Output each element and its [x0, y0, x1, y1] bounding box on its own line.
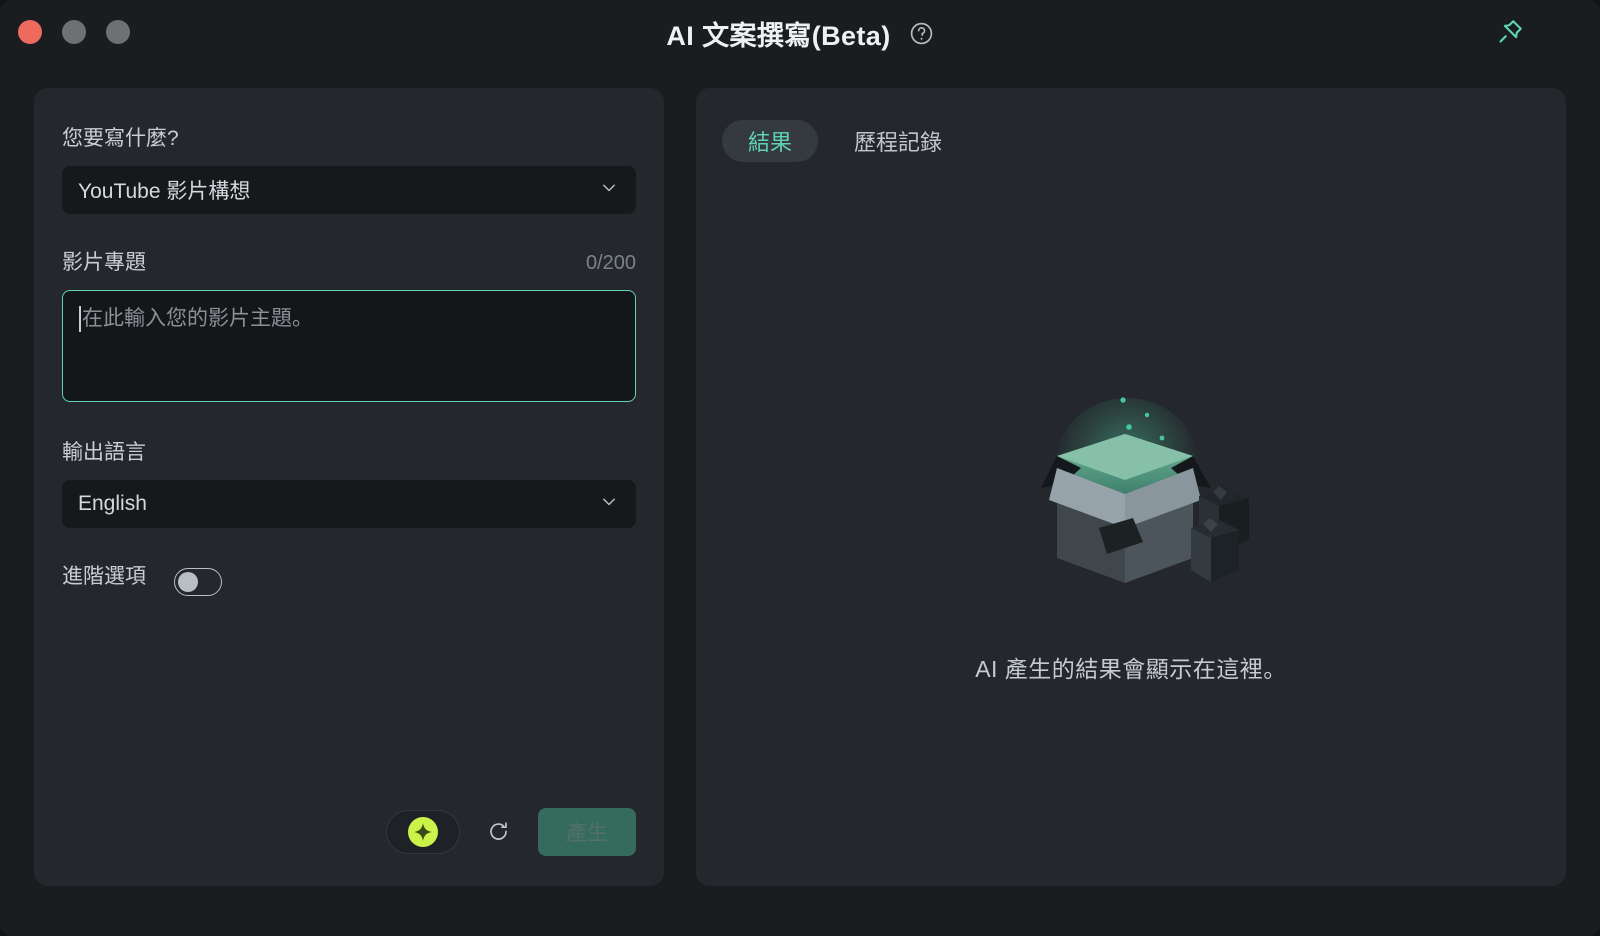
question-circle-icon[interactable] — [909, 21, 934, 46]
form-panel: 您要寫什麼? YouTube 影片構想 影片專題 0/200 在此輸入您的影片主… — [34, 88, 664, 886]
write-type-select[interactable]: YouTube 影片構想 — [62, 166, 636, 214]
generate-button[interactable]: 產生 — [538, 808, 636, 856]
results-panel: 結果 歷程記錄 AI 產生的結果會顯示在這裡。 — [696, 88, 1566, 886]
credit-button[interactable] — [386, 810, 460, 854]
empty-state-text: AI 產生的結果會顯示在這裡。 — [975, 656, 1287, 682]
topic-label: 影片專題 — [62, 251, 146, 274]
title-group: AI 文案撰寫(Beta) — [0, 14, 1600, 53]
chevron-down-icon — [600, 493, 618, 516]
title-bar: AI 文案撰寫(Beta) — [0, 0, 1600, 64]
language-label: 輸出語言 — [62, 441, 146, 464]
advanced-options-row: 進階選項 — [62, 560, 636, 604]
maximize-button[interactable] — [106, 20, 130, 44]
open-box-illustration — [1001, 368, 1261, 618]
action-bar: 產生 — [62, 808, 636, 856]
window-controls — [18, 20, 130, 44]
minimize-button[interactable] — [62, 20, 86, 44]
refresh-button[interactable] — [482, 815, 516, 849]
advanced-options-label: 進階選項 — [62, 565, 146, 588]
write-type-value: YouTube 影片構想 — [78, 180, 251, 203]
write-type-label: 您要寫什麼? — [62, 127, 179, 150]
language-value: English — [78, 492, 147, 515]
toggle-knob — [178, 572, 198, 592]
chevron-down-icon — [600, 179, 618, 202]
main-content: 您要寫什麼? YouTube 影片構想 影片專題 0/200 在此輸入您的影片主… — [0, 64, 1600, 936]
pin-icon[interactable] — [1492, 14, 1528, 50]
page-title: AI 文案撰寫(Beta) — [666, 21, 891, 51]
topic-char-counter: 0/200 — [585, 252, 636, 274]
tab-history[interactable]: 歷程記錄 — [828, 120, 968, 162]
close-button[interactable] — [18, 20, 42, 44]
text-caret — [79, 306, 81, 332]
tab-results[interactable]: 結果 — [722, 120, 819, 162]
app-window: AI 文案撰寫(Beta) 您要寫什麼? YouTube 影片構想 影片專題 0… — [0, 0, 1600, 936]
sparkle-star-icon — [408, 817, 438, 847]
topic-input[interactable]: 在此輸入您的影片主題。 — [62, 290, 636, 402]
topic-label-row: 影片專題 0/200 — [62, 246, 636, 276]
topic-placeholder: 在此輸入您的影片主題。 — [82, 307, 313, 330]
advanced-options-toggle[interactable] — [174, 568, 222, 596]
language-select[interactable]: English — [62, 480, 636, 528]
empty-state: AI 產生的結果會顯示在這裡。 — [696, 368, 1566, 684]
results-tabs: 結果 歷程記錄 — [722, 120, 1542, 162]
